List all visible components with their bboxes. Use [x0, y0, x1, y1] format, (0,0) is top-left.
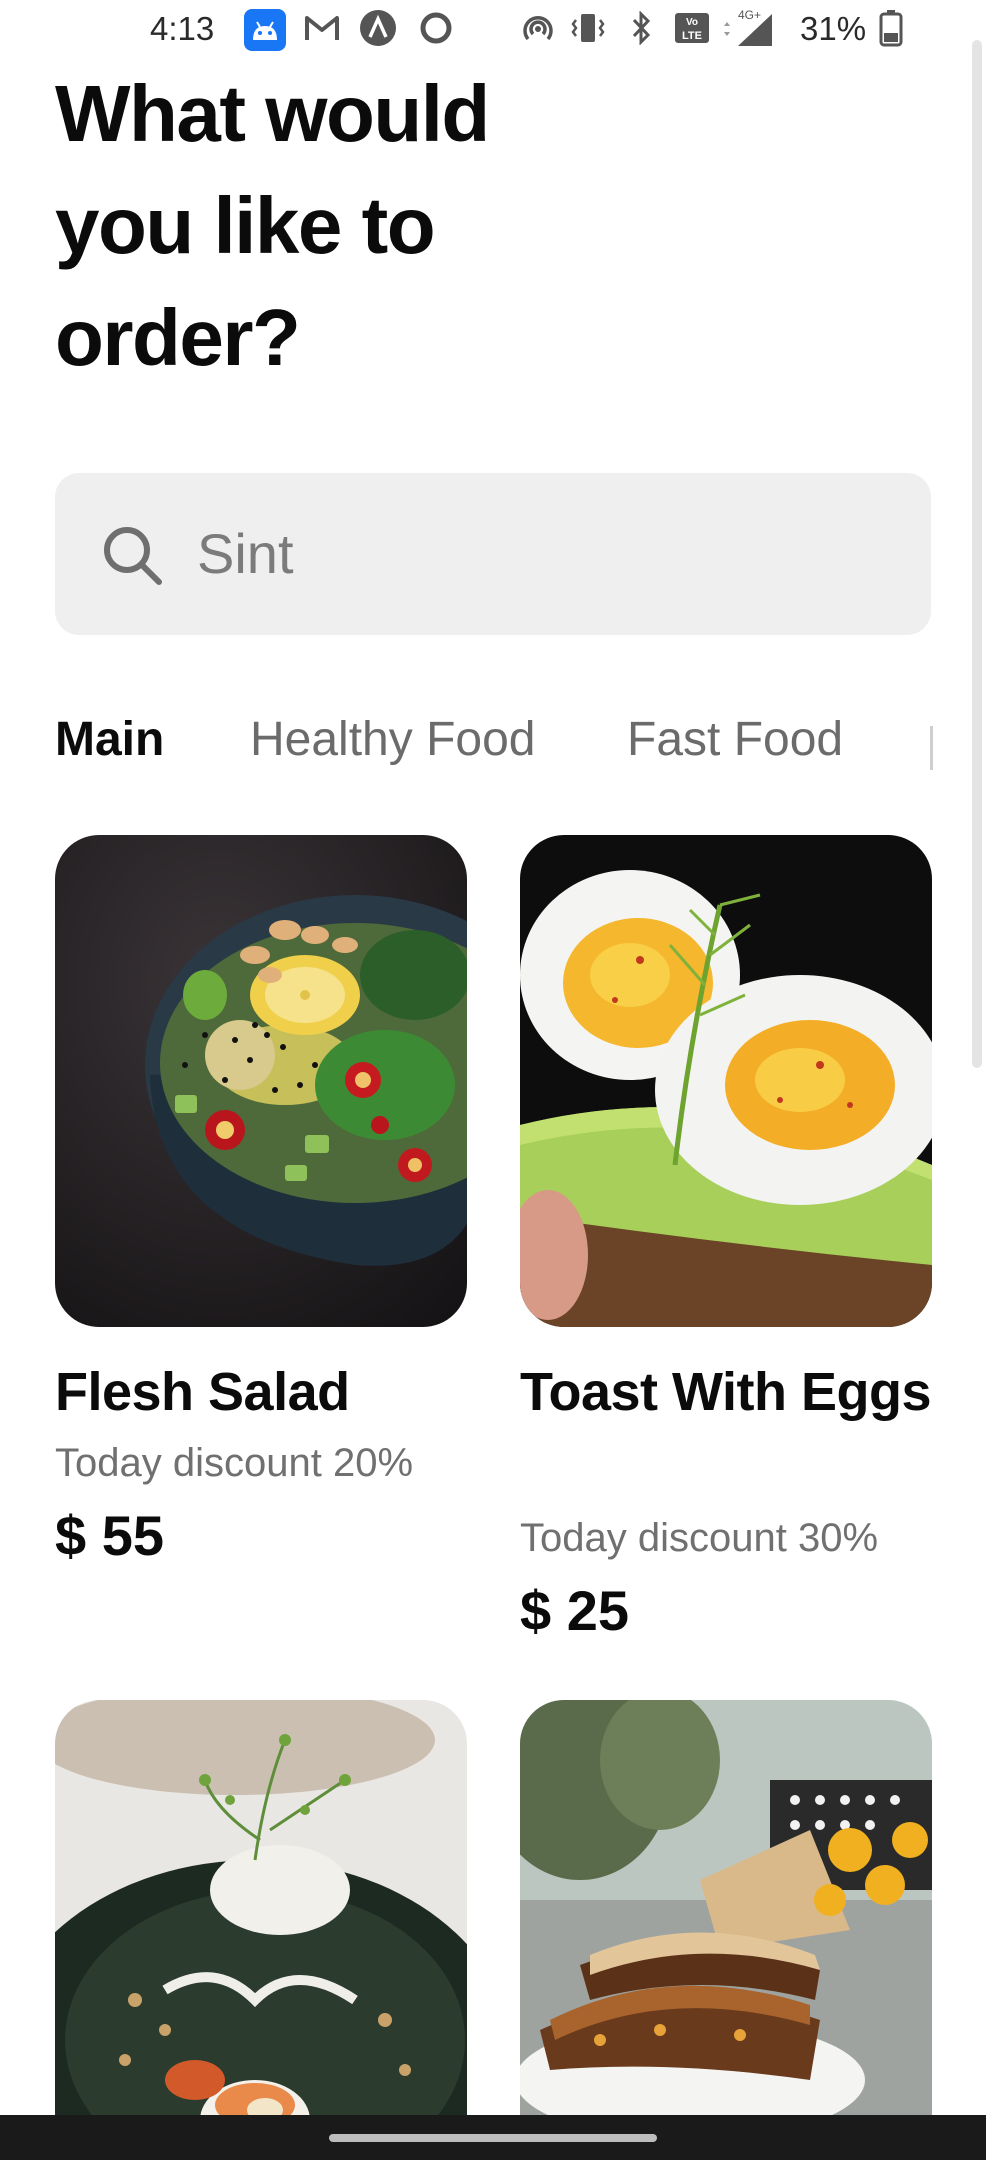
tab-main[interactable]: Main: [55, 712, 164, 767]
battery-icon: [876, 10, 906, 47]
svg-text:LTE: LTE: [682, 30, 702, 42]
product-price: $ 25: [520, 1579, 629, 1642]
product-card-sushi[interactable]: [55, 1700, 467, 2160]
product-card-toast-with-eggs[interactable]: Toast With Eggs Today discount 30% $ 25: [520, 835, 932, 1650]
app-o-icon: [418, 10, 454, 46]
search-input[interactable]: Sint: [55, 473, 931, 635]
tab-healthy-food[interactable]: Healthy Food: [250, 712, 536, 767]
search-value[interactable]: Sint: [197, 521, 294, 586]
gmail-icon: [302, 10, 342, 46]
search-icon[interactable]: [101, 524, 163, 586]
product-image-salad[interactable]: [55, 835, 467, 1327]
volte-icon: Vo LTE: [672, 10, 712, 46]
product-image-toast-eggs[interactable]: [520, 835, 932, 1327]
signal-icon: 4G+: [716, 8, 778, 46]
product-name: Toast With Eggs: [520, 1362, 932, 1422]
status-time: 4:13: [150, 10, 215, 47]
product-image-sushi[interactable]: [55, 1700, 467, 2160]
android-notification-icon: [244, 9, 286, 51]
product-discount: Today discount 30%: [520, 1516, 879, 1560]
system-navigation-bar: [0, 2115, 986, 2160]
battery-percent: 31%: [800, 10, 867, 47]
product-card-sandwich[interactable]: [520, 1700, 932, 2160]
category-tabs: Main Healthy Food Fast Food: [55, 712, 935, 782]
bluetooth-icon: [626, 10, 656, 46]
page-title: What would you like to order?: [55, 69, 490, 382]
home-gesture-handle[interactable]: [329, 2134, 657, 2142]
product-card-flesh-salad[interactable]: Flesh Salad Today discount 20% $ 55: [55, 835, 467, 1575]
status-bar: 4:13 Vo LTE 4G+ 31%: [0, 0, 986, 60]
tab-fast-food[interactable]: Fast Food: [627, 712, 843, 767]
product-price: $ 55: [55, 1504, 164, 1567]
product-image-sandwich[interactable]: [520, 1700, 932, 2160]
network-type-label: 4G+: [738, 8, 761, 22]
app-a-icon: [358, 10, 398, 46]
svg-text:Vo: Vo: [686, 17, 698, 28]
hotspot-icon: [518, 10, 558, 46]
vibrate-icon: [568, 10, 608, 46]
tab-overflow-indicator[interactable]: [930, 726, 933, 770]
product-name: Flesh Salad: [55, 1362, 350, 1422]
product-discount: Today discount 20%: [55, 1441, 414, 1485]
scrollbar[interactable]: [972, 40, 982, 1068]
